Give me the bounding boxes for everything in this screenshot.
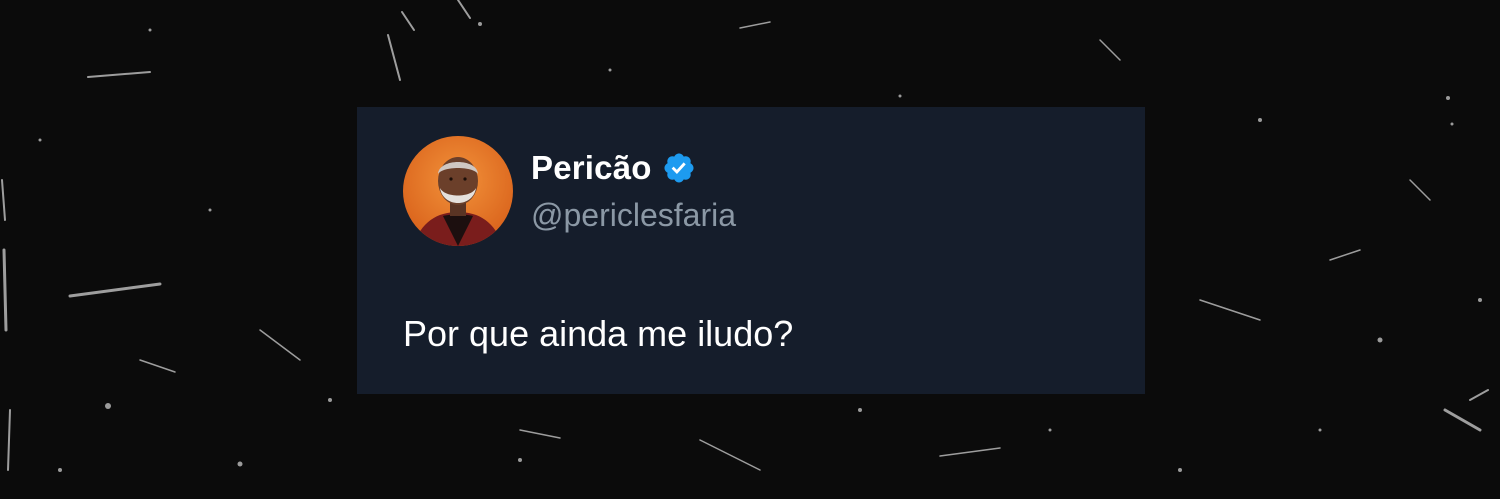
tweet-text: Por que ainda me iludo? — [403, 313, 794, 354]
avatar[interactable] — [403, 136, 513, 246]
tweet-card: Pericão @periclesfaria Por que ainda me … — [357, 107, 1145, 394]
verified-badge-icon — [662, 151, 696, 185]
user-handle[interactable]: @periclesfaria — [531, 195, 736, 235]
display-name[interactable]: Pericão — [531, 147, 652, 189]
author-row: Pericão — [531, 147, 696, 189]
profile-photo-icon — [403, 136, 513, 246]
